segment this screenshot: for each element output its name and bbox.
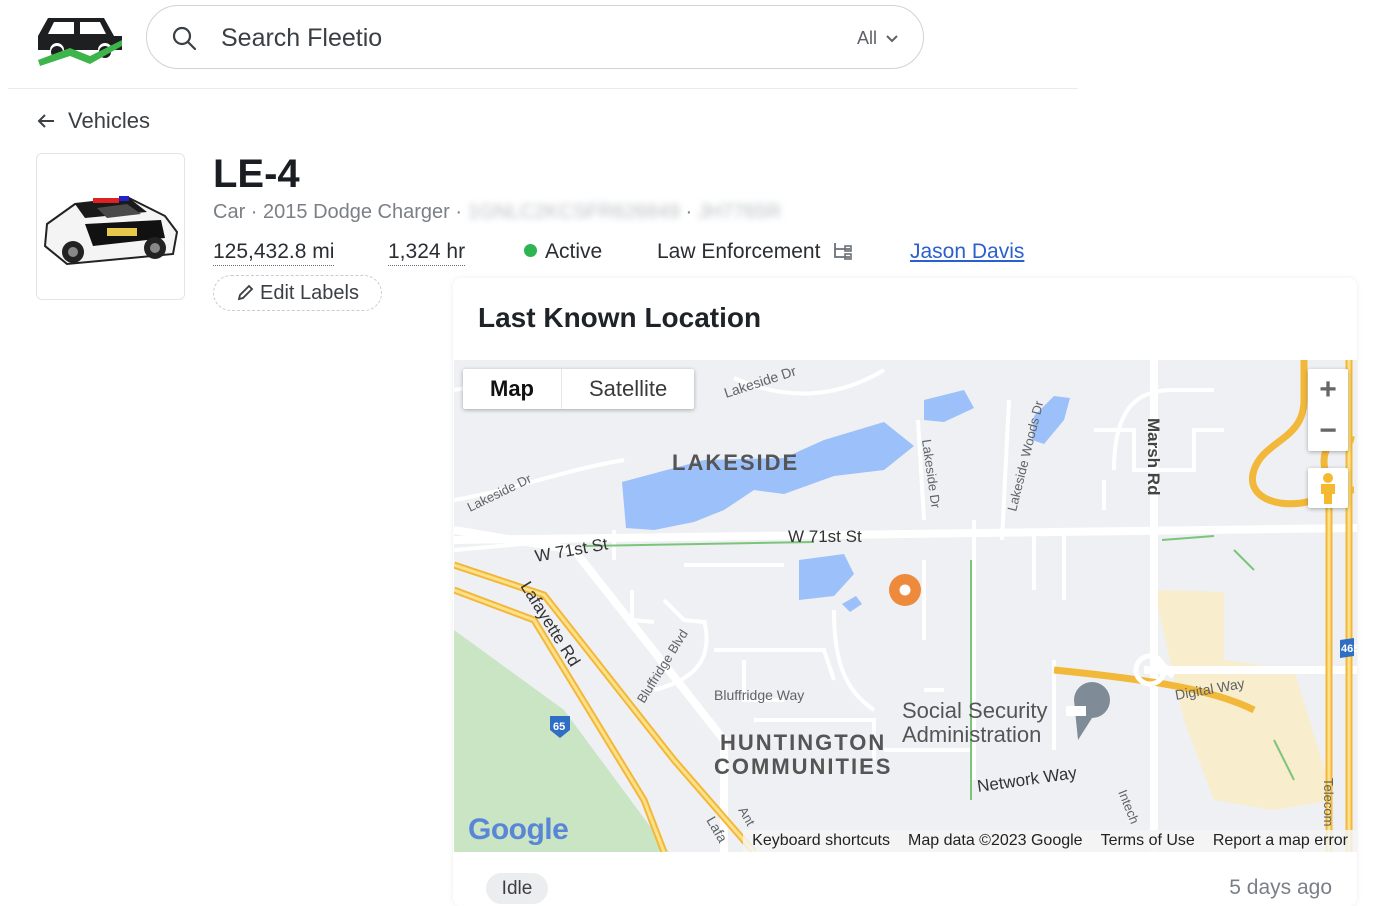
map-label: 465: [1341, 643, 1357, 655]
vehicle-photo[interactable]: [36, 153, 185, 300]
status-indicator: Active: [524, 240, 602, 264]
map-base: Lakeside Dr Lakeside Woods Dr Lakeside D…: [454, 360, 1357, 852]
search-scope-dropdown[interactable]: All: [857, 28, 899, 49]
map-label: HUNTINGTON: [720, 730, 886, 755]
search-icon: [172, 26, 197, 51]
report-map-error-link[interactable]: Report a map error: [1204, 832, 1357, 850]
map-data-text: Map data ©2023 Google: [908, 832, 1083, 849]
pencil-icon: [237, 284, 254, 301]
keyboard-shortcuts-link[interactable]: Keyboard shortcuts: [743, 832, 899, 850]
group-hierarchy-icon: [834, 243, 853, 260]
chevron-down-icon: [886, 34, 898, 42]
map-type-toggle: Map Satellite: [463, 369, 695, 409]
group-label: Law Enforcement: [657, 240, 821, 263]
vehicle-state-badge: Idle: [486, 873, 548, 904]
vehicle-type: Car: [213, 201, 246, 223]
hours-value[interactable]: 1,324 hr: [388, 240, 466, 266]
vehicle-plate: JH7765R: [697, 201, 782, 223]
map-tab[interactable]: Map: [463, 369, 562, 409]
map-label: Administration: [902, 722, 1041, 747]
google-logo[interactable]: Google: [468, 813, 569, 847]
search-input[interactable]: [219, 20, 783, 56]
edit-labels-label: Edit Labels: [260, 281, 359, 304]
vehicle-vin: 1GNLC2KCSFR626849: [467, 201, 680, 223]
search-scope-label: All: [856, 28, 877, 48]
satellite-tab[interactable]: Satellite: [562, 369, 694, 409]
odometer-value[interactable]: 125,432.8 mi: [213, 240, 335, 266]
edit-labels-button[interactable]: Edit Labels: [213, 275, 382, 311]
map-label: COMMUNITIES: [714, 754, 892, 779]
operator-link[interactable]: Jason Davis: [910, 240, 1024, 264]
separator-dot: ·: [685, 201, 698, 223]
vehicle-name: LE-4: [213, 152, 300, 196]
card-title: Last Known Location: [478, 302, 762, 333]
last-seen-timestamp: 5 days ago: [1229, 876, 1332, 899]
terms-of-use-link[interactable]: Terms of Use: [1092, 832, 1204, 850]
header-divider: [8, 88, 1078, 89]
fleetio-logo[interactable]: [34, 10, 126, 66]
map-label: W 71st St: [788, 527, 862, 546]
map-attribution-bar: Keyboard shortcuts Map data ©2023 Google…: [743, 830, 1357, 852]
separator-dot: ·: [455, 201, 468, 223]
vehicle-subtitle: Car · 2015 Dodge Charger · 1GNLC2KCSFR62…: [213, 201, 781, 224]
zoom-out-button[interactable]: −: [1308, 410, 1348, 451]
map-label: Telecom: [1321, 778, 1336, 826]
separator-dot: ·: [250, 201, 264, 223]
arrow-left-icon: [37, 114, 54, 128]
map-label: Social Security: [902, 698, 1048, 723]
map-label: Bluffridge Way: [714, 687, 804, 703]
vehicle-year-make-model: 2015 Dodge Charger: [263, 201, 450, 223]
global-search[interactable]: All: [146, 5, 924, 69]
zoom-controls: + −: [1308, 369, 1348, 451]
map-label: LAKESIDE: [672, 450, 799, 475]
zoom-in-button[interactable]: +: [1308, 369, 1348, 410]
map-label: 65: [553, 721, 565, 733]
back-to-vehicles-link[interactable]: Vehicles: [36, 108, 150, 134]
vehicle-group: Law Enforcement: [657, 240, 854, 264]
street-view-pegman-icon[interactable]: [1308, 468, 1348, 508]
status-dot: [524, 244, 537, 257]
last-known-location-card: Last Known Location Lakeside Dr Lakeside…: [453, 278, 1357, 906]
google-logo-text: Google: [468, 813, 569, 846]
map-label: Marsh Rd: [1144, 418, 1163, 495]
back-label: Vehicles: [68, 108, 150, 133]
map-view[interactable]: Lakeside Dr Lakeside Woods Dr Lakeside D…: [454, 360, 1357, 852]
status-label: Active: [545, 240, 603, 263]
